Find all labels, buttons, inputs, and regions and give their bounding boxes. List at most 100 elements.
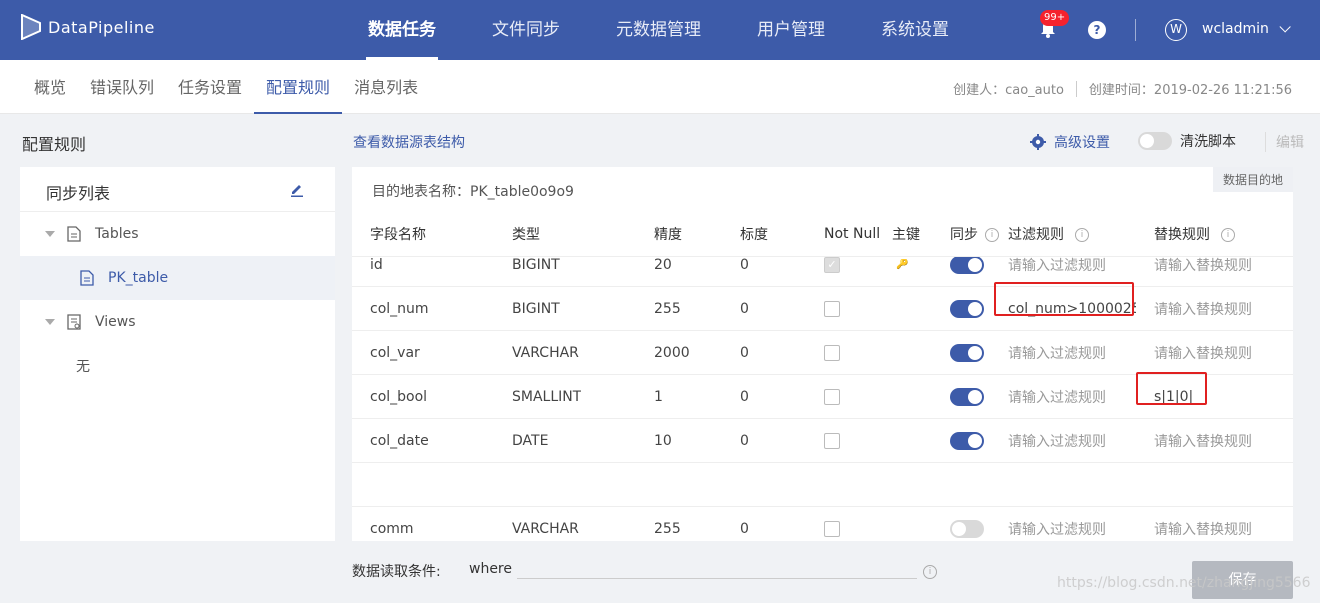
cell-scale: 0 <box>740 432 749 449</box>
sub-nav-tab[interactable]: 概览 <box>22 60 78 114</box>
not-null-checkbox[interactable] <box>824 344 840 361</box>
info-icon[interactable]: i <box>985 228 999 242</box>
advanced-settings-button[interactable]: 高级设置 <box>1030 132 1110 152</box>
replace-rule-input[interactable]: 请输入替换规则 <box>1154 255 1252 275</box>
filter-rule-input[interactable]: 请输入过滤规则 <box>1008 343 1136 363</box>
cell-type: VARCHAR <box>512 520 579 537</box>
cell-name: col_date <box>370 432 429 449</box>
not-null-checkbox[interactable] <box>824 520 840 537</box>
table-row <box>352 463 1293 507</box>
cell-scale: 0 <box>740 344 749 361</box>
avatar[interactable]: W <box>1165 19 1187 41</box>
divider <box>1135 19 1136 41</box>
sync-toggle[interactable] <box>950 255 984 274</box>
section-title: 配置规则 <box>22 135 87 154</box>
cell-precision: 1 <box>654 388 663 405</box>
cell-precision: 2000 <box>654 344 690 361</box>
table-row: col_numBIGINT2550col_num>1000025...请输入替换… <box>352 287 1293 331</box>
caret-down-icon <box>45 231 55 237</box>
cell-type: SMALLINT <box>512 388 582 405</box>
sub-bar: 概览 错误队列 任务设置 配置规则 消息列表 创建人：cao_auto 创建时间：201… <box>0 60 1320 114</box>
clean-script-label: 清洗脚本 <box>1180 134 1236 150</box>
not-null-checkbox[interactable] <box>824 388 840 405</box>
cell-name: comm <box>370 520 414 537</box>
where-label: where <box>469 561 512 577</box>
sub-nav-tab[interactable]: 任务设置 <box>166 60 254 114</box>
top-nav-item[interactable]: 数据任务 <box>340 0 464 60</box>
file-icon <box>67 226 81 242</box>
not-null-checkbox[interactable] <box>824 432 840 449</box>
cell-scale: 0 <box>740 388 749 405</box>
field-mapping-panel: 目的地表名称：PK_table0o9o9 数据目的地 字段名称 类型 精度 标度 Not… <box>352 167 1293 541</box>
tree-group-views[interactable]: Views <box>20 300 335 344</box>
user-menu[interactable]: wcladmin <box>1202 21 1292 37</box>
notification-badge: 99+ <box>1040 10 1070 26</box>
cell-type: DATE <box>512 432 549 449</box>
advanced-settings-label: 高级设置 <box>1054 135 1110 151</box>
table-row: comm VARCHAR 255 0 请输入过滤规则 请输入替换规则 <box>352 507 1293 541</box>
creator: 创建人：cao_auto <box>953 83 1064 98</box>
top-nav-item[interactable]: 用户管理 <box>729 0 853 60</box>
cell-name: col_var <box>370 344 420 361</box>
sub-nav-tab[interactable]: 消息列表 <box>342 60 430 114</box>
filter-rule-input[interactable]: 请输入过滤规则 <box>1008 255 1136 275</box>
username: wcladmin <box>1202 21 1269 37</box>
top-nav-item[interactable]: 元数据管理 <box>588 0 729 60</box>
info-icon[interactable]: i <box>1075 228 1089 242</box>
cell-type: BIGINT <box>512 256 560 273</box>
replace-highlight-box <box>1136 372 1207 405</box>
caret-down-icon <box>45 319 55 325</box>
replace-rule-input[interactable]: 请输入替换规则 <box>1154 519 1252 539</box>
sync-toggle[interactable] <box>950 343 984 362</box>
sub-nav-tab[interactable]: 错误队列 <box>78 60 166 114</box>
top-nav-item[interactable]: 系统设置 <box>853 0 977 60</box>
pencil-icon[interactable] <box>289 181 305 201</box>
where-condition-input[interactable] <box>517 578 917 579</box>
info-icon[interactable]: i <box>920 561 937 580</box>
clean-script-toggle-group: 清洗脚本 <box>1138 131 1236 151</box>
key-icon: 🔑 <box>896 259 909 270</box>
filter-rule-input[interactable]: 请输入过滤规则 <box>1008 519 1136 539</box>
logo[interactable]: DataPipeline <box>20 14 155 40</box>
column-header: 过滤规则 <box>1008 227 1064 243</box>
replace-rule-input[interactable]: 请输入替换规则 <box>1154 431 1252 451</box>
sub-nav-tab[interactable]: 配置规则 <box>254 60 343 114</box>
cell-type: BIGINT <box>512 300 560 317</box>
help-icon[interactable]: ? <box>1088 21 1106 39</box>
gear-icon <box>1030 134 1046 150</box>
info-icon[interactable]: i <box>1221 228 1235 242</box>
column-header: Not Null <box>824 226 881 242</box>
not-null-checkbox[interactable]: ✓ <box>824 256 840 273</box>
replace-rule-input[interactable]: 请输入替换规则 <box>1154 343 1252 363</box>
cell-precision: 20 <box>654 256 672 273</box>
view-icon <box>67 314 81 330</box>
replace-rule-input[interactable]: 请输入替换规则 <box>1154 299 1252 319</box>
watermark: https://blog.csdn.net/zhangjing5566 <box>1057 575 1311 591</box>
column-header: 标度 <box>740 227 768 243</box>
top-nav-item[interactable]: 文件同步 <box>464 0 588 60</box>
sync-toggle[interactable] <box>950 431 984 450</box>
view-source-structure-link[interactable]: 查看数据源表结构 <box>353 132 465 152</box>
sync-toggle[interactable] <box>950 387 984 406</box>
column-header: 主键 <box>892 227 920 243</box>
cell-scale: 0 <box>740 300 749 317</box>
filter-highlight-box <box>994 282 1134 316</box>
edit-button[interactable]: 编辑 <box>1265 132 1304 152</box>
clean-script-toggle[interactable] <box>1138 132 1172 150</box>
sync-toggle[interactable] <box>950 299 984 318</box>
read-condition-label: 数据读取条件: <box>352 564 441 580</box>
tree-group-tables[interactable]: Tables <box>20 212 335 256</box>
views-empty: 无 <box>20 344 335 388</box>
table-row: col_date DATE 10 0 请输入过滤规则 请输入替换规则 <box>352 419 1293 463</box>
sync-toggle[interactable] <box>950 519 984 538</box>
cell-name: col_num <box>370 300 429 317</box>
sync-list-title: 同步列表 <box>46 184 111 203</box>
cell-type: VARCHAR <box>512 344 579 361</box>
filter-rule-input[interactable]: 请输入过滤规则 <box>1008 387 1136 407</box>
column-header: 类型 <box>512 227 540 243</box>
tree-item-pk-table[interactable]: PK_table <box>20 256 335 300</box>
views-label: Views <box>95 314 136 330</box>
column-header: 替换规则 <box>1154 227 1210 243</box>
filter-rule-input[interactable]: 请输入过滤规则 <box>1008 431 1136 451</box>
not-null-checkbox[interactable] <box>824 300 840 317</box>
